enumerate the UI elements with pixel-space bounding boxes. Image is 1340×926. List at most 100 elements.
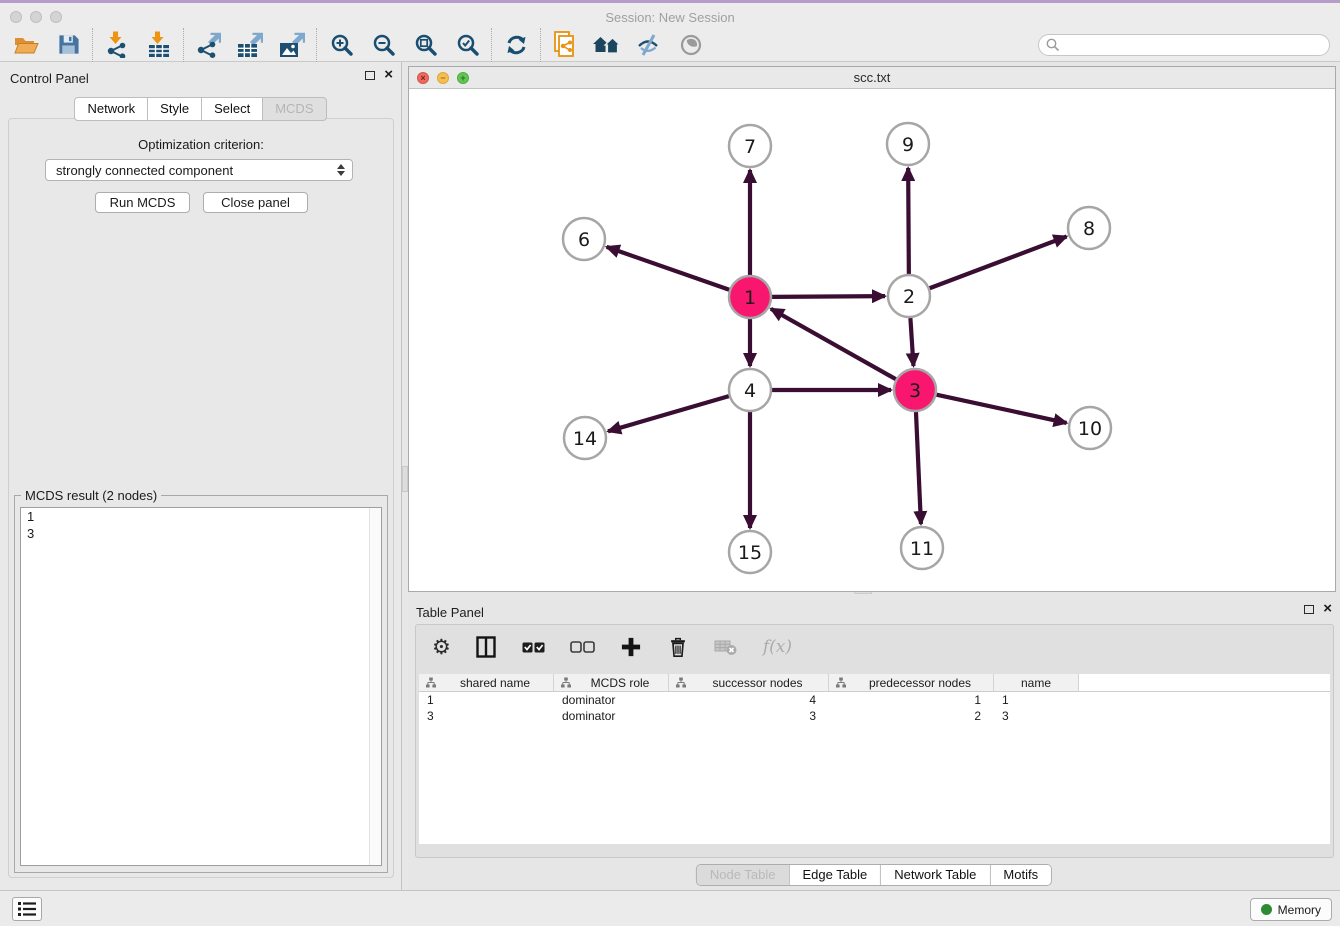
import-network-button[interactable] bbox=[101, 30, 133, 60]
criterion-dropdown[interactable]: strongly connected component bbox=[45, 159, 353, 181]
table-options-button[interactable]: ⚙ bbox=[432, 637, 451, 657]
graph-node-14[interactable]: 14 bbox=[564, 417, 606, 459]
export-table-button[interactable] bbox=[234, 30, 266, 60]
create-column-button[interactable] bbox=[620, 636, 642, 658]
close-table-panel-icon[interactable]: × bbox=[1323, 603, 1332, 615]
table-cell[interactable]: dominator bbox=[554, 709, 669, 723]
column-tree-icon bbox=[425, 677, 437, 689]
graph-node-6[interactable]: 6 bbox=[563, 218, 605, 260]
new-network-from-selection-button[interactable] bbox=[549, 30, 581, 60]
column-header-label: successor nodes bbox=[687, 676, 828, 690]
zoom-selected-button[interactable] bbox=[451, 30, 483, 60]
close-panel-icon[interactable]: × bbox=[384, 69, 393, 81]
graph-node-2[interactable]: 2 bbox=[888, 275, 930, 317]
graph-node-1[interactable]: 1 bbox=[729, 276, 771, 318]
column-header-successor-nodes[interactable]: successor nodes bbox=[669, 674, 829, 691]
table-cell[interactable]: 3 bbox=[994, 709, 1079, 723]
graph-edge-3-1[interactable] bbox=[771, 309, 896, 379]
graph-edge-2-3[interactable] bbox=[910, 318, 913, 366]
delete-column-button[interactable] bbox=[667, 636, 689, 659]
table-cell[interactable]: dominator bbox=[554, 693, 669, 707]
graph-node-7[interactable]: 7 bbox=[729, 125, 771, 167]
open-session-button[interactable] bbox=[10, 30, 42, 60]
column-header-predecessor-nodes[interactable]: predecessor nodes bbox=[829, 674, 994, 691]
close-panel-button[interactable]: Close panel bbox=[203, 192, 308, 213]
graph-edge-4-14[interactable] bbox=[608, 396, 729, 431]
network-window-titlebar[interactable]: × − + scc.txt bbox=[409, 67, 1335, 89]
tab-select[interactable]: Select bbox=[202, 97, 263, 121]
export-network-button[interactable] bbox=[192, 30, 224, 60]
search-input[interactable] bbox=[1038, 34, 1330, 56]
task-history-button[interactable] bbox=[12, 897, 42, 921]
table-cell[interactable]: 1 bbox=[829, 693, 994, 707]
tab-edge-table[interactable]: Edge Table bbox=[788, 865, 880, 885]
graph-edge-1-6[interactable] bbox=[607, 247, 730, 290]
refresh-layout-button[interactable] bbox=[500, 30, 532, 60]
graph-node-9[interactable]: 9 bbox=[887, 123, 929, 165]
table-cell[interactable]: 2 bbox=[829, 709, 994, 723]
memory-button[interactable]: Memory bbox=[1250, 898, 1332, 921]
tab-mcds[interactable]: MCDS bbox=[263, 97, 326, 121]
mcds-result-list[interactable]: 13 bbox=[20, 507, 382, 866]
import-table-button[interactable] bbox=[143, 30, 175, 60]
graph-edge-1-2[interactable] bbox=[772, 296, 885, 297]
table-cell[interactable]: 4 bbox=[669, 693, 829, 707]
dropdown-stepper-icon bbox=[337, 164, 345, 176]
column-header-MCDS-role[interactable]: MCDS role bbox=[554, 674, 669, 691]
float-table-panel-icon[interactable] bbox=[1304, 605, 1314, 614]
column-header-label: predecessor nodes bbox=[847, 676, 993, 690]
svg-text:15: 15 bbox=[738, 542, 762, 564]
graph-node-3[interactable]: 3 bbox=[894, 369, 936, 411]
control-panel-header: Control Panel × bbox=[0, 62, 401, 92]
application-window: { "titlebar": { "title": "Session: New S… bbox=[0, 0, 1340, 926]
mcds-result-title: MCDS result (2 nodes) bbox=[21, 488, 161, 503]
show-columns-button[interactable] bbox=[476, 636, 497, 658]
tab-node-table[interactable]: Node Table bbox=[697, 865, 789, 885]
table-cell[interactable]: 1 bbox=[994, 693, 1079, 707]
zoom-in-button[interactable] bbox=[325, 30, 357, 60]
function-builder-button[interactable]: f(x) bbox=[763, 637, 792, 657]
result-item[interactable]: 3 bbox=[21, 525, 381, 542]
table-row[interactable]: 1dominator411 bbox=[419, 692, 1330, 708]
graph-edge-2-8[interactable] bbox=[930, 236, 1067, 288]
tab-style[interactable]: Style bbox=[148, 97, 202, 121]
result-item[interactable]: 1 bbox=[21, 508, 381, 525]
zoom-out-button[interactable] bbox=[367, 30, 399, 60]
svg-text:10: 10 bbox=[1078, 418, 1102, 440]
graph-node-15[interactable]: 15 bbox=[729, 531, 771, 573]
column-tree-icon bbox=[560, 677, 572, 689]
delete-table-button[interactable] bbox=[714, 638, 738, 656]
graph-node-10[interactable]: 10 bbox=[1069, 407, 1111, 449]
table-cell[interactable]: 1 bbox=[419, 693, 554, 707]
unselect-all-columns-button[interactable] bbox=[570, 641, 595, 653]
table-cell[interactable]: 3 bbox=[419, 709, 554, 723]
show-all-networks-button[interactable] bbox=[591, 30, 623, 60]
float-panel-icon[interactable] bbox=[365, 71, 375, 80]
hide-panel-button[interactable] bbox=[633, 30, 665, 60]
network-graph[interactable]: 7 9 6 8 1 2 4 3 14 10 15 11 bbox=[409, 89, 1335, 592]
graph-edge-3-11[interactable] bbox=[916, 412, 921, 524]
graph-node-11[interactable]: 11 bbox=[901, 527, 943, 569]
column-header-name[interactable]: name bbox=[994, 674, 1079, 691]
graph-node-4[interactable]: 4 bbox=[729, 369, 771, 411]
table-panel-title: Table Panel bbox=[416, 605, 484, 620]
result-scrollbar[interactable] bbox=[369, 508, 381, 865]
tab-network[interactable]: Network bbox=[74, 97, 148, 121]
table-row[interactable]: 3dominator323 bbox=[419, 708, 1330, 724]
save-session-button[interactable] bbox=[52, 30, 84, 60]
tab-motifs[interactable]: Motifs bbox=[989, 865, 1051, 885]
run-mcds-button[interactable]: Run MCDS bbox=[95, 192, 190, 213]
column-header-shared-name[interactable]: shared name bbox=[419, 674, 554, 691]
graph-edge-3-10[interactable] bbox=[936, 395, 1066, 423]
show-panel-button[interactable] bbox=[675, 30, 707, 60]
graph-node-8[interactable]: 8 bbox=[1068, 207, 1110, 249]
network-canvas[interactable]: 7 9 6 8 1 2 4 3 14 10 15 11 bbox=[409, 89, 1335, 591]
table-cell[interactable]: 3 bbox=[669, 709, 829, 723]
export-network-icon bbox=[195, 32, 222, 58]
select-all-columns-button[interactable] bbox=[522, 642, 545, 653]
tab-network-table[interactable]: Network Table bbox=[880, 865, 989, 885]
export-image-button[interactable] bbox=[276, 30, 308, 60]
checked-boxes-icon bbox=[522, 642, 545, 653]
graph-edge-2-9[interactable] bbox=[908, 168, 909, 274]
zoom-fit-button[interactable] bbox=[409, 30, 441, 60]
